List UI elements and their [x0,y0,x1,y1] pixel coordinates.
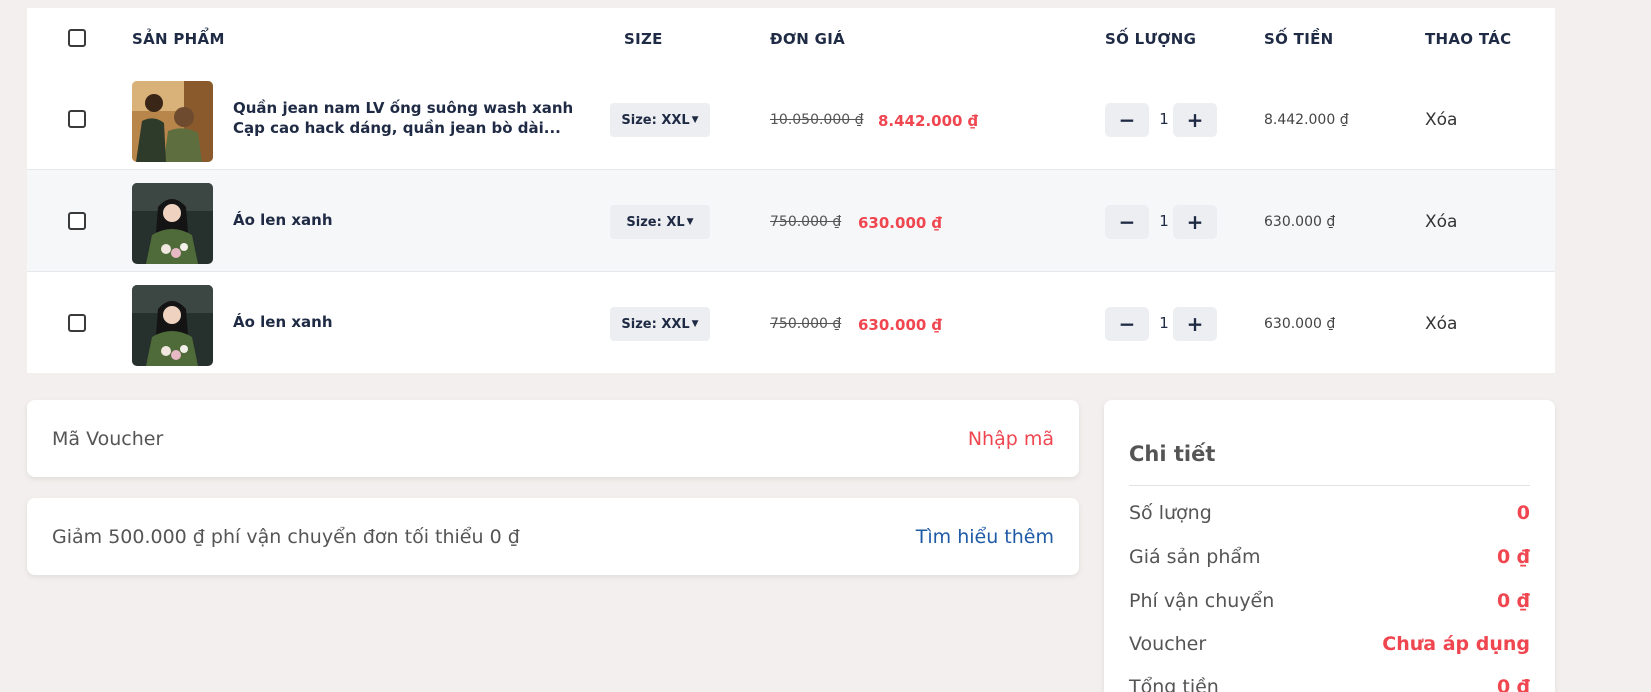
increase-qty-button[interactable]: + [1173,307,1217,341]
plus-icon: + [1186,210,1204,234]
summary-row-product-price: Giá sản phẩm 0 ₫ [1129,546,1530,572]
increase-qty-button[interactable]: + [1173,103,1217,137]
product-image[interactable] [132,285,213,366]
minus-icon: − [1118,312,1136,336]
product-name-line-1: Áo len xanh [233,313,333,331]
header-action: THAO TÁC [1425,30,1512,48]
summary-label: Phí vận chuyển [1129,590,1275,612]
product-name-line-2: Cạp cao hack dáng, quần jean bò dài... [233,119,561,137]
product-name[interactable]: Quần jean nam LV ống suông wash xanh Cạp… [233,98,583,138]
quantity-value: 1 [1159,212,1169,230]
summary-label: Voucher [1129,633,1207,655]
row-checkbox[interactable] [68,212,86,230]
table-row: Quần jean nam LV ống suông wash xanh Cạp… [27,68,1555,170]
summary-value: 0 [1516,502,1530,524]
header-size: SIZE [624,30,663,48]
summary-title: Chi tiết [1129,442,1216,466]
sale-price: 8.442.000 ₫ [878,112,979,130]
old-price: 10.050.000 ₫ [770,112,864,128]
product-image[interactable] [132,81,213,162]
row-checkbox[interactable] [68,110,86,128]
select-all-checkbox[interactable] [68,29,86,47]
sale-price: 630.000 ₫ [858,214,942,232]
delete-button[interactable]: Xóa [1425,314,1457,334]
summary-value: Chưa áp dụng [1382,633,1530,655]
table-row: Áo len xanh Size: XL ▼ 750.000 ₫ 630.000… [27,169,1555,271]
delete-button[interactable]: Xóa [1425,212,1457,232]
increase-qty-button[interactable]: + [1173,205,1217,239]
header-unit-price: ĐƠN GIÁ [770,30,846,48]
quantity-value: 1 [1159,314,1169,332]
delete-button[interactable]: Xóa [1425,110,1457,130]
summary-label: Giá sản phẩm [1129,546,1261,568]
divider [1129,485,1530,486]
shipping-promo-card: Giảm 500.000 ₫ phí vận chuyển đơn tối th… [27,498,1079,575]
table-row: Áo len xanh Size: XXL ▼ 750.000 ₫ 630.00… [27,271,1555,373]
row-amount: 630.000 ₫ [1264,214,1336,230]
caret-down-icon: ▼ [691,115,699,125]
header-product: SẢN PHẨM [132,30,225,48]
plus-icon: + [1186,312,1204,336]
row-checkbox[interactable] [68,314,86,332]
caret-down-icon: ▼ [691,319,699,329]
row-amount: 630.000 ₫ [1264,316,1336,332]
voucher-card: Mã Voucher Nhập mã [27,400,1079,477]
decrease-qty-button[interactable]: − [1105,103,1149,137]
decrease-qty-button[interactable]: − [1105,307,1149,341]
summary-row-quantity: Số lượng 0 [1129,502,1530,528]
decrease-qty-button[interactable]: − [1105,205,1149,239]
product-name-line-1: Quần jean nam LV ống suông wash xanh [233,99,574,117]
product-name[interactable]: Áo len xanh [233,210,583,230]
quantity-value: 1 [1159,110,1169,128]
summary-row-voucher: Voucher Chưa áp dụng [1129,633,1530,659]
sale-price: 630.000 ₫ [858,316,942,334]
size-value: Size: XXL [621,112,690,128]
summary-row-total: Tổng tiền 0 ₫ [1129,676,1530,692]
plus-icon: + [1186,108,1204,132]
summary-label: Số lượng [1129,502,1212,524]
minus-icon: − [1118,210,1136,234]
size-value: Size: XXL [621,316,690,332]
table-header: SẢN PHẨM SIZE ĐƠN GIÁ SỐ LƯỢNG SỐ TIỀN T… [27,8,1555,68]
old-price: 750.000 ₫ [770,214,842,230]
summary-label: Tổng tiền [1129,676,1219,692]
summary-value: 0 ₫ [1496,590,1530,612]
cart-table: SẢN PHẨM SIZE ĐƠN GIÁ SỐ LƯỢNG SỐ TIỀN T… [27,8,1555,373]
order-summary-card: Chi tiết Số lượng 0 Giá sản phẩm 0 ₫ Phí… [1104,400,1555,692]
voucher-label: Mã Voucher [52,428,164,450]
product-image[interactable] [132,183,213,264]
minus-icon: − [1118,108,1136,132]
header-quantity: SỐ LƯỢNG [1105,30,1197,48]
shipping-promo-label: Giảm 500.000 ₫ phí vận chuyển đơn tối th… [52,526,520,548]
size-value: Size: XL [626,214,685,230]
size-dropdown[interactable]: Size: XXL ▼ [610,307,710,341]
size-dropdown[interactable]: Size: XL ▼ [610,205,710,239]
row-amount: 8.442.000 ₫ [1264,112,1349,128]
enter-voucher-link[interactable]: Nhập mã [968,428,1054,450]
caret-down-icon: ▼ [686,217,694,227]
summary-value: 0 ₫ [1496,546,1530,568]
learn-more-link[interactable]: Tìm hiểu thêm [916,526,1054,548]
product-name[interactable]: Áo len xanh [233,312,583,332]
product-name-line-1: Áo len xanh [233,211,333,229]
summary-row-shipping: Phí vận chuyển 0 ₫ [1129,590,1530,616]
summary-value: 0 ₫ [1496,676,1530,692]
size-dropdown[interactable]: Size: XXL ▼ [610,103,710,137]
header-amount: SỐ TIỀN [1264,30,1334,48]
old-price: 750.000 ₫ [770,316,842,332]
